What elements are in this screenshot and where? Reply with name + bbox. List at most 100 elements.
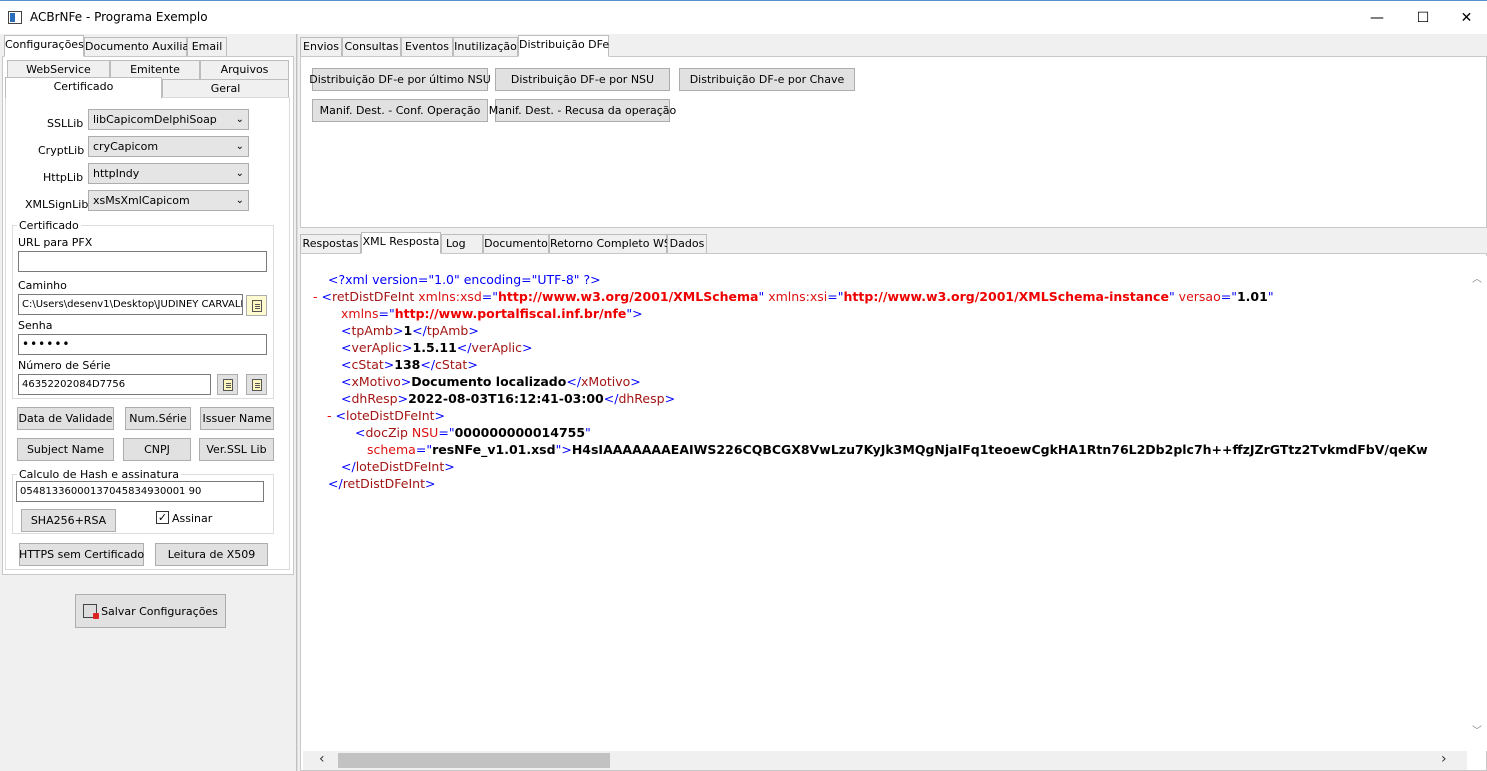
tab-inutilizacao[interactable]: Inutilização [453, 37, 518, 57]
distribuicao-chave-button[interactable]: Distribuição DF-e por Chave [679, 68, 855, 91]
url-pfx-label: URL para PFX [18, 236, 93, 249]
manif-conf-operacao-button[interactable]: Manif. Dest. - Conf. Operação [312, 99, 488, 122]
save-icon [83, 604, 100, 619]
document-icon [251, 299, 262, 312]
assinar-checkbox[interactable]: ✓ [156, 511, 169, 524]
select-serie-button[interactable] [217, 374, 238, 395]
senha-input[interactable]: •••••• [18, 334, 267, 355]
scroll-down-icon[interactable]: ﹀ [1472, 722, 1482, 737]
maximize-button[interactable]: ☐ [1400, 1, 1446, 35]
document-icon [222, 378, 233, 391]
httplib-select[interactable]: httpIndy ⌄ [88, 163, 249, 184]
xml-xmlns: http://www.portalfiscal.inf.br/nfe [394, 306, 627, 321]
scroll-left-icon[interactable]: ‹ [319, 751, 325, 767]
ssllib-label: SSLLib [47, 117, 84, 130]
tab-retorno-completo-ws[interactable]: Retorno Completo WS [549, 234, 671, 254]
ssllib-value: libCapicomDelphiSoap [93, 113, 217, 126]
xml-decl-text: <?xml version="1.0" encoding="UTF-8" ?> [328, 272, 601, 287]
num-serie-button[interactable]: Num.Série [125, 407, 191, 430]
serie-label: Número de Série [18, 359, 111, 372]
xml-veraplic: <verAplic>1.5.11</verAplic> [341, 340, 533, 355]
xml-lote-open: - <loteDistDFeInt> [327, 408, 446, 423]
xmlsignlib-select[interactable]: xsMsXmlCapicom ⌄ [88, 190, 249, 211]
ssllib-select[interactable]: libCapicomDelphiSoap ⌄ [88, 109, 249, 130]
tab-respostas[interactable]: Respostas [300, 234, 361, 254]
xml-tpamb-value: 1 [403, 323, 413, 338]
browse-caminho-button[interactable] [246, 295, 267, 316]
xml-nsu-value: 000000000014755 [454, 425, 586, 440]
window-title: ACBrNFe - Programa Exemplo [30, 10, 208, 24]
distribuicao-ultimo-nsu-button[interactable]: Distribuição DF-e por último NSU [309, 68, 491, 91]
xml-root-open: - <retDistDFeInt xmlns:xsd="http://www.w… [313, 289, 1274, 304]
sha256-rsa-button[interactable]: SHA256+RSA [21, 509, 116, 532]
xml-cstat: <cStat>138</cStat> [341, 357, 478, 372]
xml-viewer[interactable]: <?xml version="1.0" encoding="UTF-8" ?> … [303, 256, 1467, 751]
chevron-down-icon: ⌄ [235, 195, 244, 206]
ver-ssl-lib-button[interactable]: Ver.SSL Lib [199, 438, 274, 461]
scroll-up-icon[interactable]: ︿ [1472, 270, 1482, 285]
document-icon [251, 378, 262, 391]
title-bar: ACBrNFe - Programa Exemplo — ☐ ✕ [0, 0, 1487, 34]
issuer-name-button[interactable]: Issuer Name [200, 407, 274, 430]
xmlsignlib-label: XMLSignLib [25, 198, 89, 211]
tab-email[interactable]: Email [187, 37, 227, 57]
salvar-label: Salvar Configurações [101, 604, 218, 618]
hash-input[interactable]: 05481336000137045834930001 90 [16, 481, 264, 502]
url-pfx-input[interactable] [18, 251, 267, 272]
xml-xmlns-line: xmlns="http://www.portalfiscal.inf.br/nf… [341, 306, 643, 321]
vertical-scrollbar[interactable]: ︿ ﹀ [1467, 256, 1487, 751]
subtab-arquivos[interactable]: Arquivos [200, 60, 289, 80]
https-sem-certificado-button[interactable]: HTTPS sem Certificado [19, 543, 144, 566]
xml-doczip-content: H4sIAAAAAAAEAIWS226CQBCGX8VwLzu7KyJk3MQg… [571, 442, 1428, 457]
xml-xmlns-xsi: http://www.w3.org/2001/XMLSchema-instanc… [843, 289, 1169, 304]
tab-configuracoes[interactable]: Configurações [4, 35, 84, 57]
horizontal-scrollbar[interactable]: ‹ › [303, 751, 1467, 770]
xml-tpamb: <tpAmb>1</tpAmb> [341, 323, 479, 338]
tab-documento-auxiliar[interactable]: Documento Auxiliar [84, 37, 194, 57]
xml-root-close: </retDistDFeInt> [328, 476, 436, 491]
assinar-label: Assinar [172, 512, 213, 525]
xml-versao: 1.01 [1236, 289, 1268, 304]
minimize-button[interactable]: — [1354, 1, 1400, 35]
scroll-right-icon[interactable]: › [1441, 751, 1447, 767]
subtab-geral[interactable]: Geral [162, 79, 289, 99]
subtab-certificado[interactable]: Certificado [5, 77, 162, 99]
cryptlib-value: cryCapicom [93, 140, 159, 153]
subject-name-button[interactable]: Subject Name [17, 438, 114, 461]
tab-dados[interactable]: Dados [667, 234, 707, 254]
tab-eventos[interactable]: Eventos [401, 37, 453, 57]
tab-distribuicao-dfe[interactable]: Distribuição DFe [518, 35, 609, 57]
xml-doczip-open: <docZip NSU="000000000014755" [355, 425, 591, 440]
cryptlib-label: CryptLib [38, 144, 85, 157]
xml-veraplic-value: 1.5.11 [412, 340, 457, 355]
salvar-configuracoes-button[interactable]: Salvar Configurações [75, 594, 226, 628]
tab-documento[interactable]: Documento [483, 234, 549, 254]
caminho-input[interactable]: C:\Users\desenv1\Desktop\JUDINEY CARVALH… [18, 294, 243, 315]
app-icon [8, 11, 22, 24]
chevron-down-icon: ⌄ [235, 168, 244, 179]
xml-cstat-value: 138 [394, 357, 421, 372]
tab-xml-resposta[interactable]: XML Resposta [361, 232, 441, 254]
tab-log[interactable]: Log [441, 234, 483, 254]
xmlsignlib-value: xsMsXmlCapicom [93, 194, 190, 207]
horizontal-scroll-thumb[interactable] [338, 753, 610, 768]
splitter[interactable] [296, 34, 298, 771]
cryptlib-select[interactable]: cryCapicom ⌄ [88, 136, 249, 157]
distribuicao-nsu-button[interactable]: Distribuição DF-e por NSU [495, 68, 670, 91]
select-serie-button-2[interactable] [246, 374, 267, 395]
close-button[interactable]: ✕ [1446, 1, 1487, 35]
xml-dhresp-value: 2022-08-03T16:12:41-03:00 [408, 391, 604, 406]
leitura-x509-button[interactable]: Leitura de X509 [155, 543, 268, 566]
manif-recusa-operacao-button[interactable]: Manif. Dest. - Recusa da operação [489, 99, 676, 122]
data-validade-button[interactable]: Data de Validade [17, 407, 114, 430]
caminho-label: Caminho [18, 279, 67, 292]
serie-input[interactable]: 46352202084D7756 [18, 374, 211, 395]
xml-schema-value: resNFe_v1.01.xsd [432, 442, 556, 457]
certificado-group-title: Certificado [17, 219, 81, 232]
tab-envios[interactable]: Envios [300, 37, 342, 57]
xml-lote-close: </loteDistDFeInt> [341, 459, 455, 474]
httplib-value: httpIndy [93, 167, 140, 180]
cnpj-button[interactable]: CNPJ [123, 438, 191, 461]
xml-xmotivo-value: Documento localizado [411, 374, 567, 389]
tab-consultas[interactable]: Consultas [342, 37, 401, 57]
